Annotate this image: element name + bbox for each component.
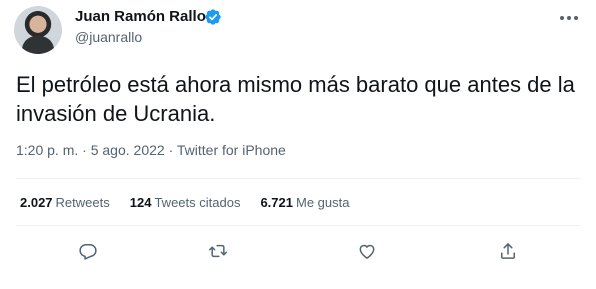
tweet-date[interactable]: 5 ago. 2022 [91, 142, 165, 158]
tweet-actions [0, 234, 596, 268]
retweet-icon [208, 244, 228, 258]
divider [16, 225, 581, 226]
more-icon [560, 16, 578, 20]
tweet-time[interactable]: 1:20 p. m. [16, 142, 78, 158]
tweet-meta: 1:20 p. m. · 5 ago. 2022 · Twitter for i… [16, 142, 286, 158]
avatar[interactable] [14, 6, 62, 54]
like-icon [359, 244, 375, 259]
quotes-stat[interactable]: 124 Tweets citados [130, 195, 241, 210]
author-handle[interactable]: @juanrallo [75, 29, 142, 45]
quotes-count: 124 [129, 195, 152, 210]
meta-separator: · [164, 142, 177, 158]
share-button[interactable] [491, 234, 525, 268]
tweet-stats: 2.027 Retweets 124 Tweets citados 6.721 Me … [20, 195, 349, 210]
retweet-button[interactable] [201, 234, 235, 268]
quotes-label: Tweets citados [154, 195, 241, 210]
share-icon [501, 243, 515, 259]
meta-separator: · [78, 142, 91, 158]
reply-button[interactable] [71, 234, 105, 268]
author-name[interactable]: Juan Ramón Rallo [75, 8, 206, 25]
divider [16, 178, 581, 179]
retweets-count: 2.027 [20, 195, 53, 210]
more-button[interactable] [557, 8, 581, 28]
likes-count: 6.721 [260, 195, 293, 210]
reply-icon [79, 244, 97, 260]
likes-label: Me gusta [296, 195, 350, 210]
tweet-text: El petróleo está ahora mismo más barato … [16, 72, 575, 126]
retweets-label: Retweets [55, 195, 110, 210]
tweet: Juan Ramón Rallo @juanrallo El petróleo … [0, 0, 596, 289]
likes-stat[interactable]: 6.721 Me gusta [260, 195, 349, 210]
verified-badge-icon [205, 9, 221, 25]
tweet-source[interactable]: Twitter for iPhone [177, 142, 286, 158]
retweets-stat[interactable]: 2.027 Retweets [20, 195, 110, 210]
like-button[interactable] [350, 234, 384, 268]
